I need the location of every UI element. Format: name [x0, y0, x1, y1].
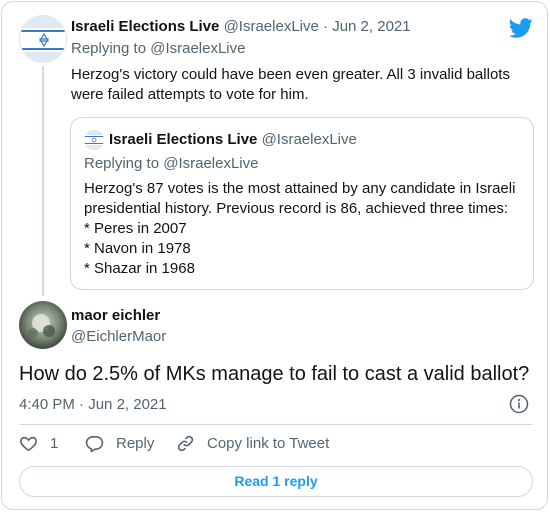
quoted-text-line: * Peres in 2007 [84, 220, 187, 237]
quoted-text-line: * Shazar in 1968 [84, 260, 195, 277]
israel-flag-small-avatar [84, 130, 104, 150]
user-photo-avatar [19, 301, 67, 349]
israel-flag-avatar [20, 16, 66, 62]
quoted-text-line: presidential history. Previous record is… [84, 200, 509, 217]
embedded-tweet-card: Israeli Elections Live @IsraelexLive · J… [1, 1, 548, 510]
quoted-tweet-header: Israeli Elections Live @IsraelexLive [109, 131, 357, 148]
tweet-time[interactable]: 4:40 PM [19, 396, 75, 413]
tweet-timestamp[interactable]: 4:40 PM · Jun 2, 2021 [19, 396, 167, 413]
main-tweet-text: How do 2.5% of MKs manage to fail to cas… [19, 363, 530, 385]
info-icon[interactable] [509, 394, 529, 414]
read-replies-button[interactable]: Read 1 reply [19, 466, 533, 497]
quoted-replying-to-prefix: Replying to [84, 155, 160, 172]
quoted-avatar [84, 130, 104, 150]
like-button[interactable]: 1 [19, 434, 58, 453]
parent-date-separator: · [323, 18, 329, 35]
quoted-text-line: Herzog's 87 votes is the most attained b… [84, 180, 516, 197]
quoted-tweet-text: Herzog's 87 votes is the most attained b… [84, 179, 524, 279]
quoted-replying-to: Replying to @IsraelexLive [84, 155, 259, 172]
main-display-name[interactable]: maor eichler [71, 307, 160, 324]
timestamp-separator: · [79, 396, 85, 413]
parent-tweet-text: Herzog's victory could have been even gr… [71, 66, 510, 103]
divider [19, 424, 533, 425]
tweet-date[interactable]: Jun 2, 2021 [88, 396, 166, 413]
quoted-tweet[interactable]: Israeli Elections Live @IsraelexLive Rep… [70, 117, 534, 290]
parent-date[interactable]: Jun 2, 2021 [332, 18, 410, 35]
heart-icon [20, 436, 37, 452]
parent-handle[interactable]: @IsraelexLive [224, 18, 319, 35]
quoted-text-line: * Navon in 1978 [84, 240, 191, 257]
parent-display-name[interactable]: Israeli Elections Live [71, 18, 219, 35]
like-count[interactable]: 1 [50, 435, 58, 452]
thread-connector-line [42, 66, 44, 296]
link-icon [177, 435, 194, 452]
main-avatar[interactable] [19, 301, 67, 349]
reply-button[interactable]: Reply [85, 434, 154, 453]
parent-replying-to: Replying to @IsraelexLive [71, 40, 246, 57]
twitter-bird-icon[interactable] [509, 16, 533, 40]
reply-icon [85, 435, 104, 453]
copy-link-label[interactable]: Copy link to Tweet [207, 435, 329, 452]
quoted-replying-to-handle: @IsraelexLive [163, 155, 259, 172]
quoted-display-name: Israeli Elections Live [109, 131, 258, 148]
replying-to-handle[interactable]: @IsraelexLive [150, 40, 245, 57]
main-handle[interactable]: @EichlerMaor [71, 328, 166, 345]
parent-avatar[interactable] [19, 15, 67, 63]
quoted-handle: @IsraelexLive [261, 131, 357, 148]
copy-link-button[interactable]: Copy link to Tweet [176, 434, 329, 453]
parent-tweet-header: Israeli Elections Live @IsraelexLive · J… [71, 18, 411, 35]
reply-label[interactable]: Reply [116, 435, 154, 452]
replying-to-prefix: Replying to [71, 40, 147, 57]
